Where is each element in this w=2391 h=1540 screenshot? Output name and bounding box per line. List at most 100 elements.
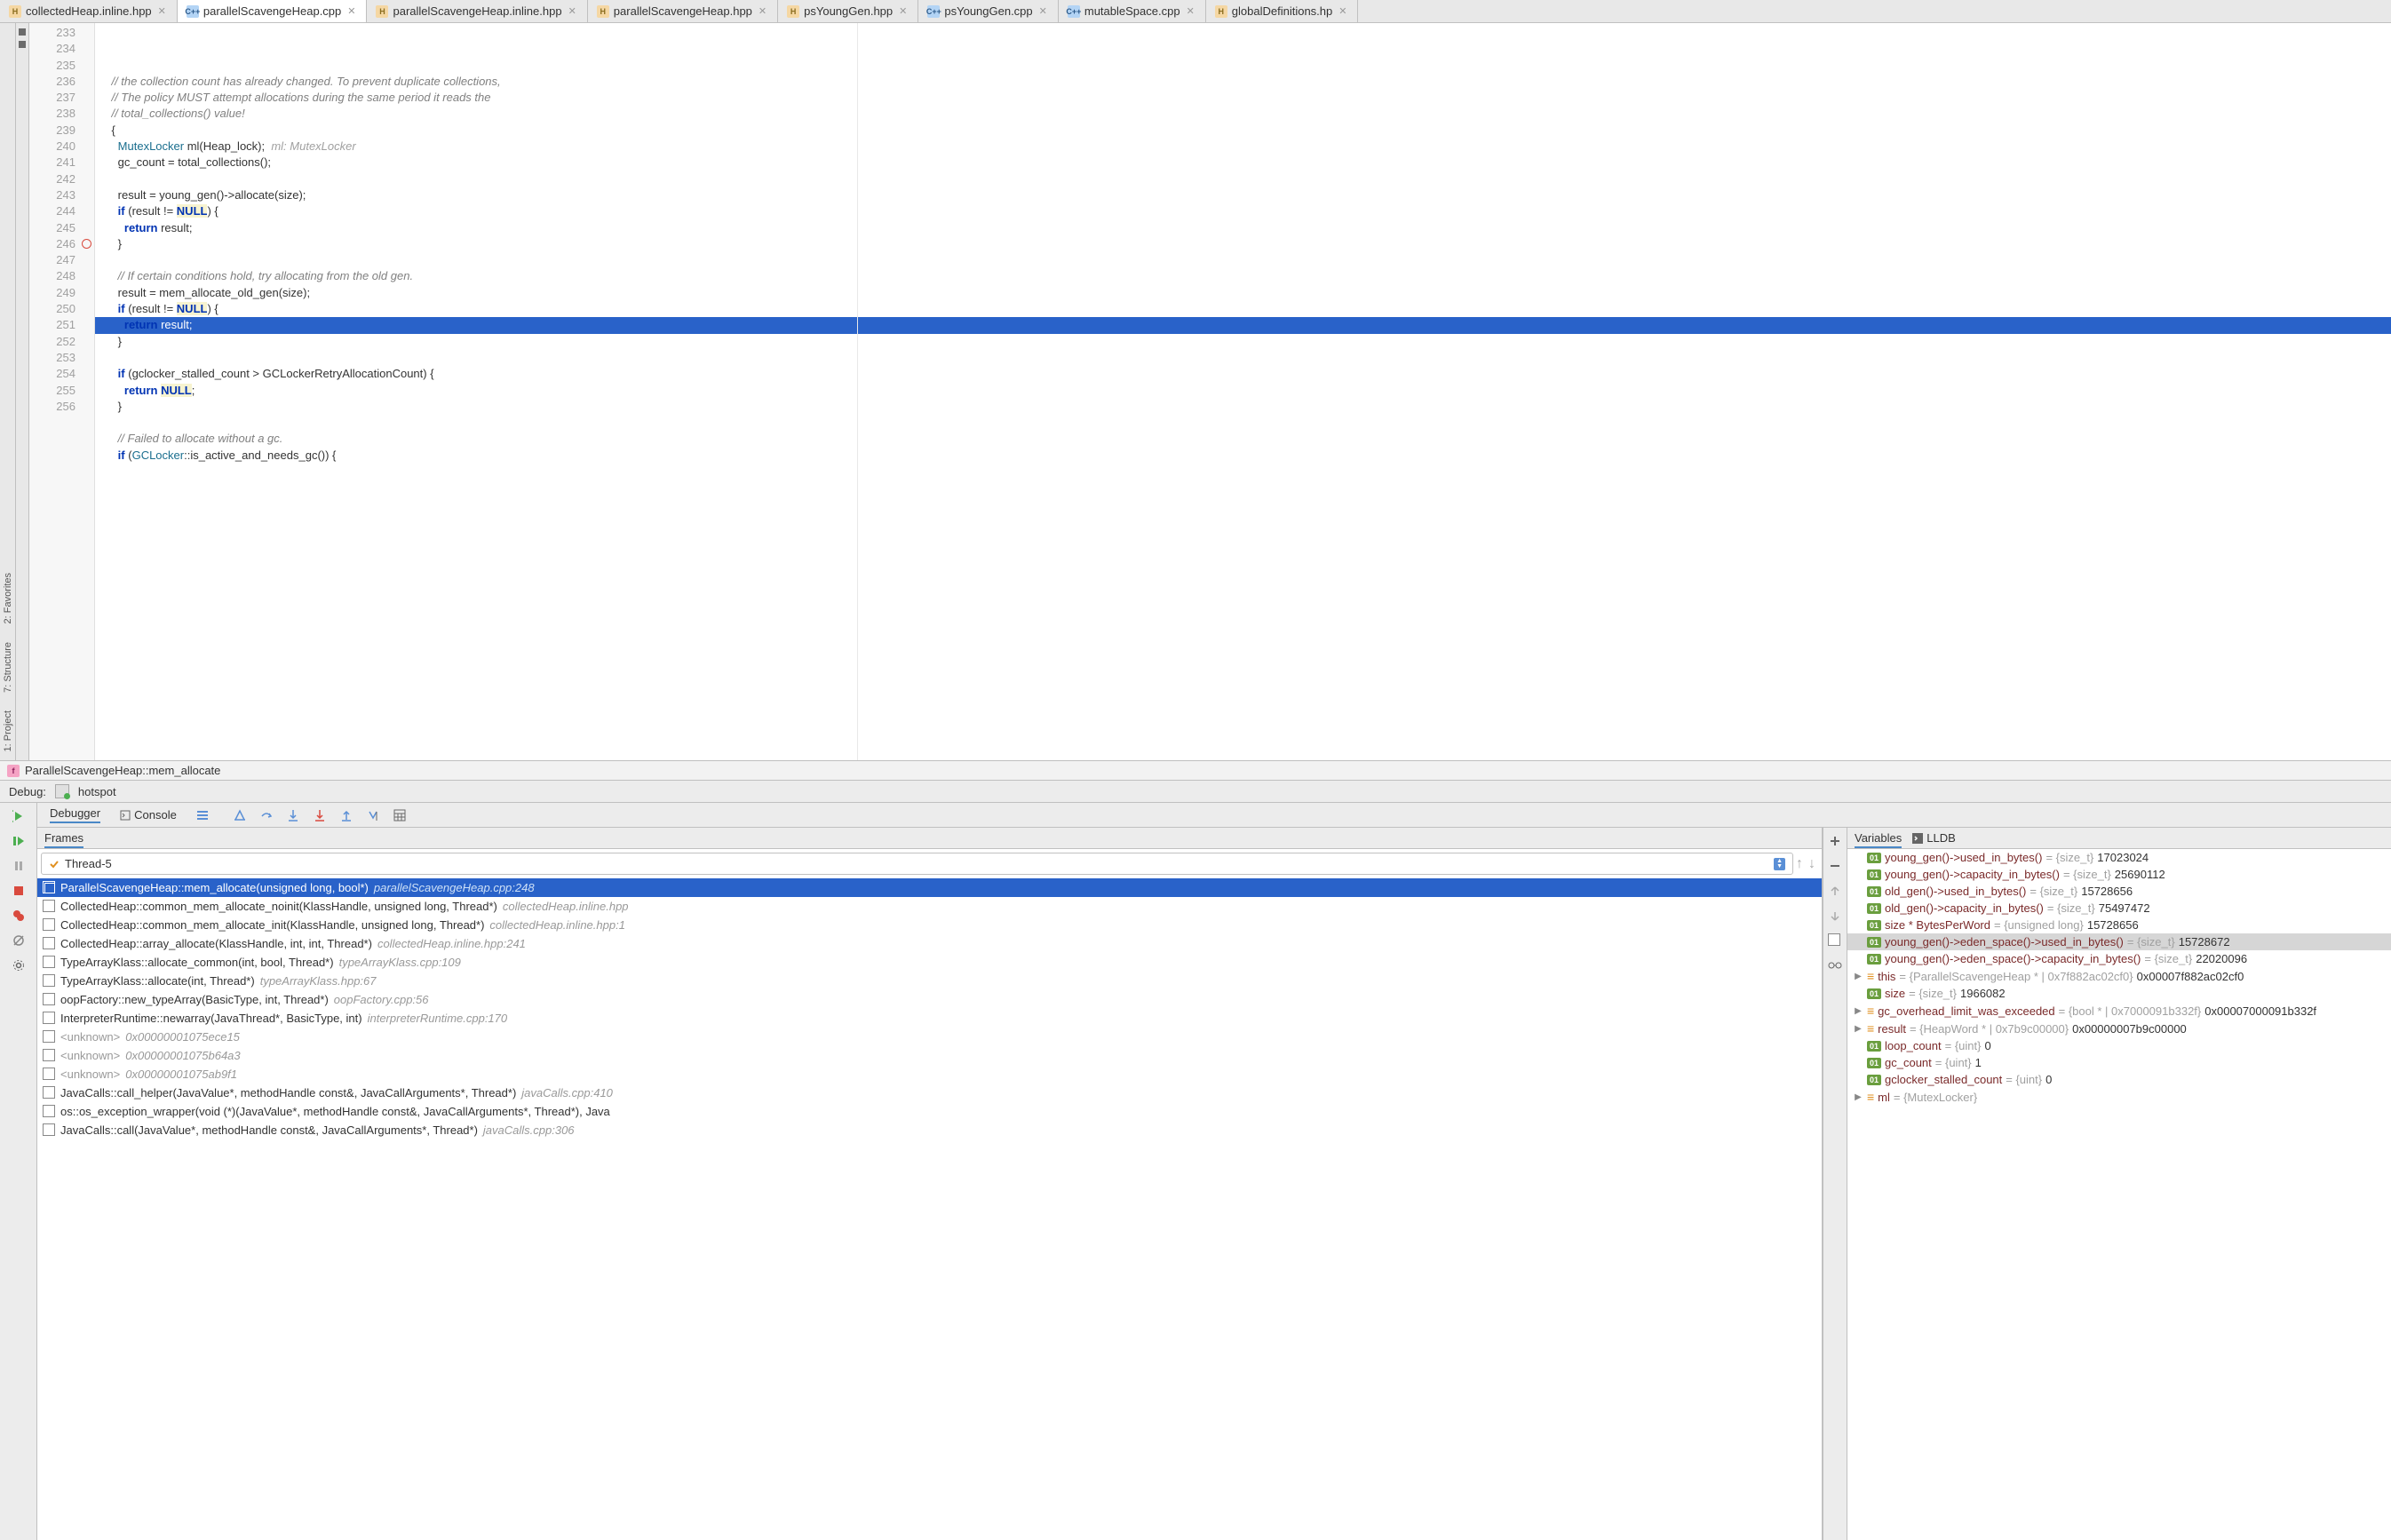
file-tab[interactable]: HglobalDefinitions.hp✕: [1206, 0, 1359, 22]
stack-frame-row[interactable]: <unknown> 0x00000001075ece15: [37, 1028, 1822, 1046]
variable-row[interactable]: 01 old_gen()->used_in_bytes() = {size_t}…: [1847, 883, 2391, 900]
show-execution-point-icon[interactable]: [230, 806, 250, 825]
line-number-gutter[interactable]: 2332342352362372382392402412422432442452…: [29, 23, 79, 760]
variable-row[interactable]: 01 young_gen()->used_in_bytes() = {size_…: [1847, 849, 2391, 866]
stack-frame-row[interactable]: oopFactory::new_typeArray(BasicType, int…: [37, 990, 1822, 1009]
code-line[interactable]: if (result != NULL) {: [95, 203, 2391, 219]
close-icon[interactable]: ✕: [1185, 5, 1196, 17]
code-line[interactable]: }: [95, 399, 2391, 415]
variable-row[interactable]: 01 gc_count = {uint} 1: [1847, 1054, 2391, 1071]
prev-frame-button[interactable]: ↑: [1793, 856, 1806, 872]
stack-frame-row[interactable]: CollectedHeap::array_allocate(KlassHandl…: [37, 934, 1822, 953]
settings-button[interactable]: [9, 956, 28, 975]
variable-row[interactable]: 01 loop_count = {uint} 0: [1847, 1037, 2391, 1054]
file-tab[interactable]: HparallelScavengeHeap.inline.hpp✕: [367, 0, 587, 22]
code-line[interactable]: result = young_gen()->allocate(size);: [95, 187, 2391, 203]
duplicate-watch-button[interactable]: [1825, 931, 1845, 950]
debugger-tab[interactable]: Debugger: [41, 803, 109, 827]
variable-row[interactable]: ▶≡ result = {HeapWord * | 0x7b9c00000} 0…: [1847, 1020, 2391, 1037]
thread-selector[interactable]: Thread-5 ▲▼: [41, 853, 1793, 875]
stack-frame-row[interactable]: <unknown> 0x00000001075ab9f1: [37, 1065, 1822, 1084]
code-line[interactable]: // If certain conditions hold, try alloc…: [95, 268, 2391, 284]
stack-frame-row[interactable]: <unknown> 0x00000001075b64a3: [37, 1046, 1822, 1065]
variables-list[interactable]: 01 young_gen()->used_in_bytes() = {size_…: [1847, 849, 2391, 1540]
code-line[interactable]: // The policy MUST attempt allocations d…: [95, 90, 2391, 106]
stop-button[interactable]: [9, 881, 28, 901]
code-line[interactable]: gc_count = total_collections();: [95, 155, 2391, 171]
close-icon[interactable]: ✕: [346, 5, 357, 17]
code-line[interactable]: return result;: [95, 317, 2391, 333]
pause-button[interactable]: [9, 856, 28, 876]
code-line[interactable]: return result;: [95, 220, 2391, 236]
step-out-icon[interactable]: [337, 806, 356, 825]
stack-frame-row[interactable]: JavaCalls::call_helper(JavaValue*, metho…: [37, 1084, 1822, 1102]
code-editor[interactable]: // the collection count has already chan…: [95, 23, 2391, 760]
code-line[interactable]: [95, 415, 2391, 431]
stack-frame-row[interactable]: TypeArrayKlass::allocate(int, Thread*) t…: [37, 972, 1822, 990]
stack-frame-row[interactable]: JavaCalls::call(JavaValue*, methodHandle…: [37, 1121, 1822, 1139]
close-icon[interactable]: ✕: [1337, 5, 1348, 17]
close-icon[interactable]: ✕: [757, 5, 768, 17]
move-up-button[interactable]: [1825, 881, 1845, 901]
move-down-button[interactable]: [1825, 906, 1845, 925]
remove-watch-button[interactable]: [1825, 856, 1845, 876]
variable-row[interactable]: 01 young_gen()->capacity_in_bytes() = {s…: [1847, 866, 2391, 883]
file-tab[interactable]: HcollectedHeap.inline.hpp✕: [0, 0, 178, 22]
code-line[interactable]: [95, 350, 2391, 366]
file-tab[interactable]: HparallelScavengeHeap.hpp✕: [588, 0, 778, 22]
code-line[interactable]: [95, 171, 2391, 187]
tool-window-button[interactable]: 2: Favorites: [3, 573, 13, 623]
variable-row[interactable]: 01 old_gen()->capacity_in_bytes() = {siz…: [1847, 900, 2391, 917]
expand-icon[interactable]: ▶: [1853, 1092, 1863, 1102]
code-line[interactable]: // the collection count has already chan…: [95, 74, 2391, 90]
thread-dump-icon[interactable]: [193, 806, 212, 825]
debug-config-name[interactable]: hotspot: [78, 785, 116, 798]
code-line[interactable]: if (gclocker_stalled_count > GCLockerRet…: [95, 366, 2391, 382]
code-line[interactable]: if (result != NULL) {: [95, 301, 2391, 317]
stack-frame-row[interactable]: CollectedHeap::common_mem_allocate_noini…: [37, 897, 1822, 916]
code-line[interactable]: // Failed to allocate without a gc.: [95, 431, 2391, 447]
expand-icon[interactable]: ▶: [1853, 1006, 1863, 1016]
code-line[interactable]: }: [95, 334, 2391, 350]
add-watch-button[interactable]: [1825, 831, 1845, 851]
code-line[interactable]: MutexLocker ml(Heap_lock); ml: MutexLock…: [95, 139, 2391, 155]
breadcrumb-text[interactable]: ParallelScavengeHeap::mem_allocate: [25, 764, 220, 777]
code-line[interactable]: if (GCLocker::is_active_and_needs_gc()) …: [95, 448, 2391, 464]
close-icon[interactable]: ✕: [1037, 5, 1049, 17]
variable-row[interactable]: 01 size = {size_t} 1966082: [1847, 985, 2391, 1002]
variable-row[interactable]: ▶≡ ml = {MutexLocker}: [1847, 1088, 2391, 1106]
expand-icon[interactable]: ▶: [1853, 972, 1863, 981]
stack-frame-row[interactable]: TypeArrayKlass::allocate_common(int, boo…: [37, 953, 1822, 972]
stack-frame-row[interactable]: CollectedHeap::common_mem_allocate_init(…: [37, 916, 1822, 934]
file-tab[interactable]: C++parallelScavengeHeap.cpp✕: [178, 0, 368, 22]
close-icon[interactable]: ✕: [156, 5, 168, 17]
file-tab[interactable]: HpsYoungGen.hpp✕: [778, 0, 918, 22]
mute-breakpoints-button[interactable]: [9, 931, 28, 950]
run-to-cursor-icon[interactable]: [363, 806, 383, 825]
file-tab[interactable]: C++psYoungGen.cpp✕: [918, 0, 1059, 22]
variable-row[interactable]: ▶≡ gc_overhead_limit_was_exceeded = {boo…: [1847, 1002, 2391, 1020]
stack-frame-row[interactable]: ParallelScavengeHeap::mem_allocate(unsig…: [37, 878, 1822, 897]
variables-tab[interactable]: Variables: [1855, 831, 1902, 845]
variable-row[interactable]: 01 young_gen()->eden_space()->capacity_i…: [1847, 950, 2391, 967]
frames-list[interactable]: ParallelScavengeHeap::mem_allocate(unsig…: [37, 878, 1822, 1540]
variable-row[interactable]: ▶≡ this = {ParallelScavengeHeap * | 0x7f…: [1847, 967, 2391, 985]
frames-tab[interactable]: Frames: [44, 831, 83, 845]
console-tab[interactable]: Console: [111, 805, 186, 825]
code-line[interactable]: return NULL;: [95, 383, 2391, 399]
resume-button[interactable]: [9, 831, 28, 851]
step-over-icon[interactable]: [257, 806, 276, 825]
code-line[interactable]: {: [95, 123, 2391, 139]
variable-row[interactable]: 01 gclocker_stalled_count = {uint} 0: [1847, 1071, 2391, 1088]
lldb-tab[interactable]: LLDB: [1912, 831, 1956, 845]
force-step-into-icon[interactable]: [310, 806, 330, 825]
code-line[interactable]: [95, 252, 2391, 268]
file-tab[interactable]: C++mutableSpace.cpp✕: [1059, 0, 1206, 22]
variable-row[interactable]: 01 size * BytesPerWord = {unsigned long}…: [1847, 917, 2391, 933]
close-icon[interactable]: ✕: [897, 5, 909, 17]
stack-frame-row[interactable]: InterpreterRuntime::newarray(JavaThread*…: [37, 1009, 1822, 1028]
evaluate-expression-icon[interactable]: [390, 806, 409, 825]
stack-frame-row[interactable]: os::os_exception_wrapper(void (*)(JavaVa…: [37, 1102, 1822, 1121]
next-frame-button[interactable]: ↓: [1806, 856, 1818, 872]
close-icon[interactable]: ✕: [567, 5, 578, 17]
